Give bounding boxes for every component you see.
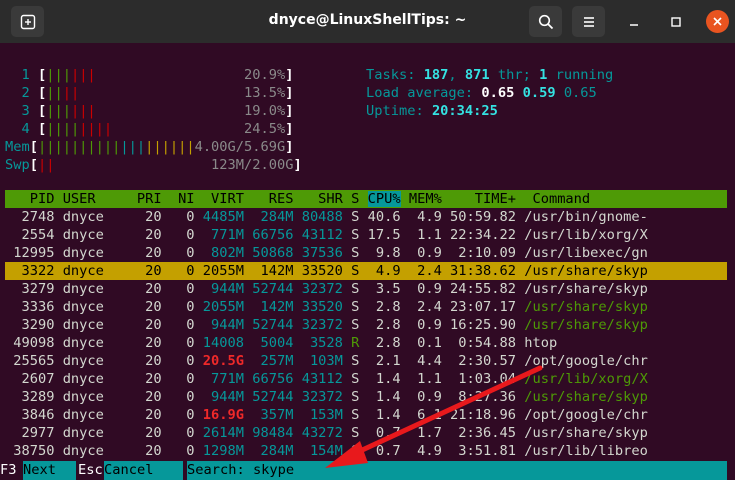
maximize-icon bbox=[671, 17, 681, 27]
hamburger-menu-icon bbox=[583, 16, 594, 27]
terminal-content[interactable]: 1 [|||||| 20.9%] 2 [|||| 13.5%] 3 [|||||… bbox=[0, 43, 735, 480]
minimize-icon bbox=[630, 24, 638, 26]
close-icon bbox=[713, 17, 722, 26]
close-button[interactable] bbox=[706, 10, 729, 33]
annotation-arrow bbox=[325, 365, 543, 468]
menu-button[interactable] bbox=[572, 6, 605, 37]
terminal-window: dnyce@LinuxShellTips: ~ 1 [|||||| 20.9%]… bbox=[0, 0, 735, 480]
search-icon bbox=[538, 14, 553, 29]
maximize-button[interactable] bbox=[669, 14, 683, 28]
minimize-button[interactable] bbox=[627, 14, 641, 28]
search-button[interactable] bbox=[529, 6, 562, 37]
window-title: dnyce@LinuxShellTips: ~ bbox=[268, 12, 467, 28]
title-bar: dnyce@LinuxShellTips: ~ bbox=[0, 0, 735, 43]
